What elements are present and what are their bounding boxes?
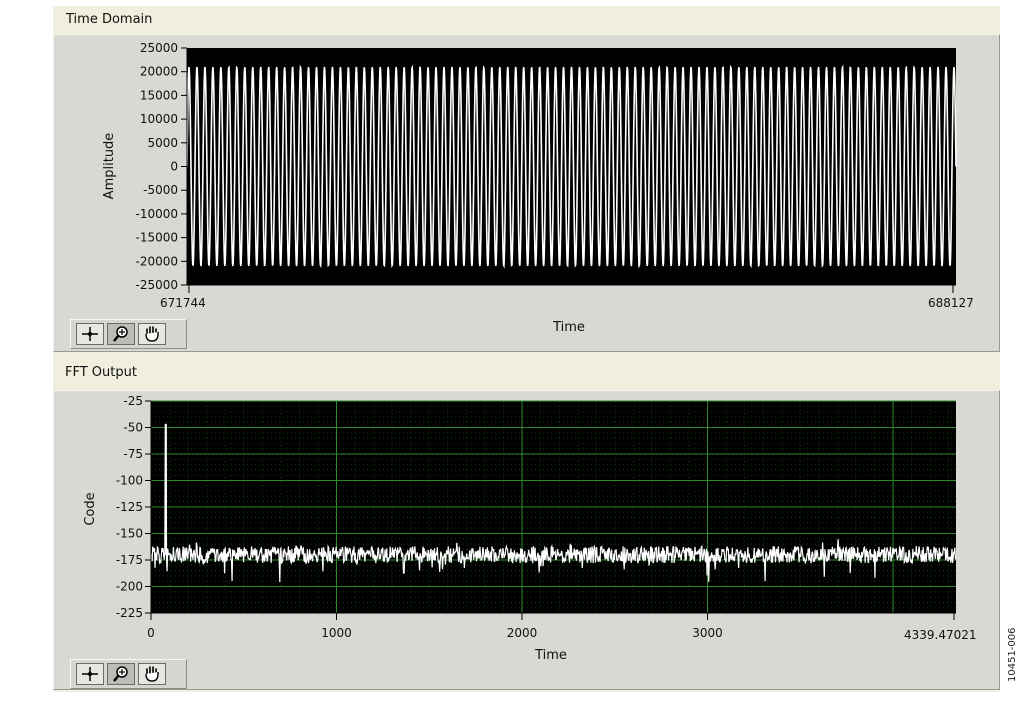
fft-x-tick-label: 3000	[692, 626, 723, 640]
cursor-tool-button[interactable]	[76, 323, 104, 345]
fft-x-axis-label: Time	[534, 648, 567, 663]
time-x-end-label: 688127	[928, 296, 974, 310]
time-x-axis-label: Time	[552, 320, 585, 335]
cursor-tool-button[interactable]	[76, 663, 104, 685]
time-y-tick-label: 10000	[140, 112, 178, 126]
hand-pan-icon	[145, 326, 159, 342]
fft-x-axis: 0 1000 2000 3000	[147, 612, 956, 640]
time-graph-palette	[70, 319, 187, 349]
fft-x-tick-label: 2000	[507, 626, 538, 640]
time-y-tick-label: -10000	[135, 207, 178, 221]
time-domain-title: Time Domain	[66, 12, 153, 27]
fft-y-tick-label: -175	[116, 553, 143, 567]
fft-y-tick-label: -50	[123, 421, 143, 435]
magnifier-zoom-icon	[113, 326, 128, 342]
pan-tool-button[interactable]	[138, 323, 166, 345]
fft-y-tick-label: -125	[116, 500, 143, 514]
fft-output-title: FFT Output	[65, 365, 137, 380]
fft-y-tick-label: -100	[116, 474, 143, 488]
fft-y-axis-label: Code	[83, 492, 98, 525]
crosshair-icon	[82, 327, 98, 341]
fft-y-tick-label: -25	[123, 394, 143, 408]
zoom-tool-button[interactable]	[107, 323, 135, 345]
fft-y-tick-label: -75	[123, 447, 143, 461]
time-y-tick-label: -20000	[135, 254, 178, 268]
labview-front-panel: Time Domain 25000 20000 15000 10000 5000 0 -50…	[53, 6, 1000, 692]
magnifier-zoom-icon	[113, 666, 128, 682]
time-y-tick-label: 15000	[140, 88, 178, 102]
time-x-start-label: 671744	[160, 296, 206, 310]
fft-output-graph: -25 -50 -75 -100 -125 -150 -175 -200 -225 0 1000 2…	[53, 390, 1000, 690]
time-y-tick-label: 0	[170, 160, 178, 174]
fft-graph-palette	[70, 659, 187, 689]
time-y-tick-label: 5000	[147, 136, 178, 150]
time-y-axis: 25000 20000 15000 10000 5000 0 -5000 -10000 -150…	[135, 41, 188, 292]
pan-tool-button[interactable]	[138, 663, 166, 685]
time-domain-graph: 25000 20000 15000 10000 5000 0 -5000 -10000 -150…	[53, 34, 1000, 352]
fft-x-tick-label: 1000	[321, 626, 352, 640]
fft-y-tick-label: -200	[116, 580, 143, 594]
hand-pan-icon	[145, 666, 159, 682]
figure-code: 10451-006	[1007, 627, 1018, 682]
time-y-axis-label: Amplitude	[102, 133, 117, 200]
time-y-tick-label: -15000	[135, 231, 178, 245]
fft-output-chart: -25 -50 -75 -100 -125 -150 -175 -200 -225 0 1000 2…	[83, 394, 977, 663]
time-y-tick-label: -25000	[135, 278, 178, 292]
time-y-tick-label: 20000	[140, 65, 178, 79]
fft-y-axis: -25 -50 -75 -100 -125 -150 -175 -200 -225	[116, 394, 152, 620]
zoom-tool-button[interactable]	[107, 663, 135, 685]
fft-y-tick-label: -150	[116, 527, 143, 541]
time-domain-chart: 25000 20000 15000 10000 5000 0 -5000 -10000 -150…	[102, 41, 974, 335]
time-y-tick-label: 25000	[140, 41, 178, 55]
crosshair-icon	[82, 667, 98, 681]
fft-y-tick-label: -225	[116, 606, 143, 620]
fft-x-end-label: 4339.47021	[904, 628, 977, 642]
time-y-tick-label: -5000	[143, 183, 178, 197]
fft-x-tick-label: 0	[147, 626, 155, 640]
